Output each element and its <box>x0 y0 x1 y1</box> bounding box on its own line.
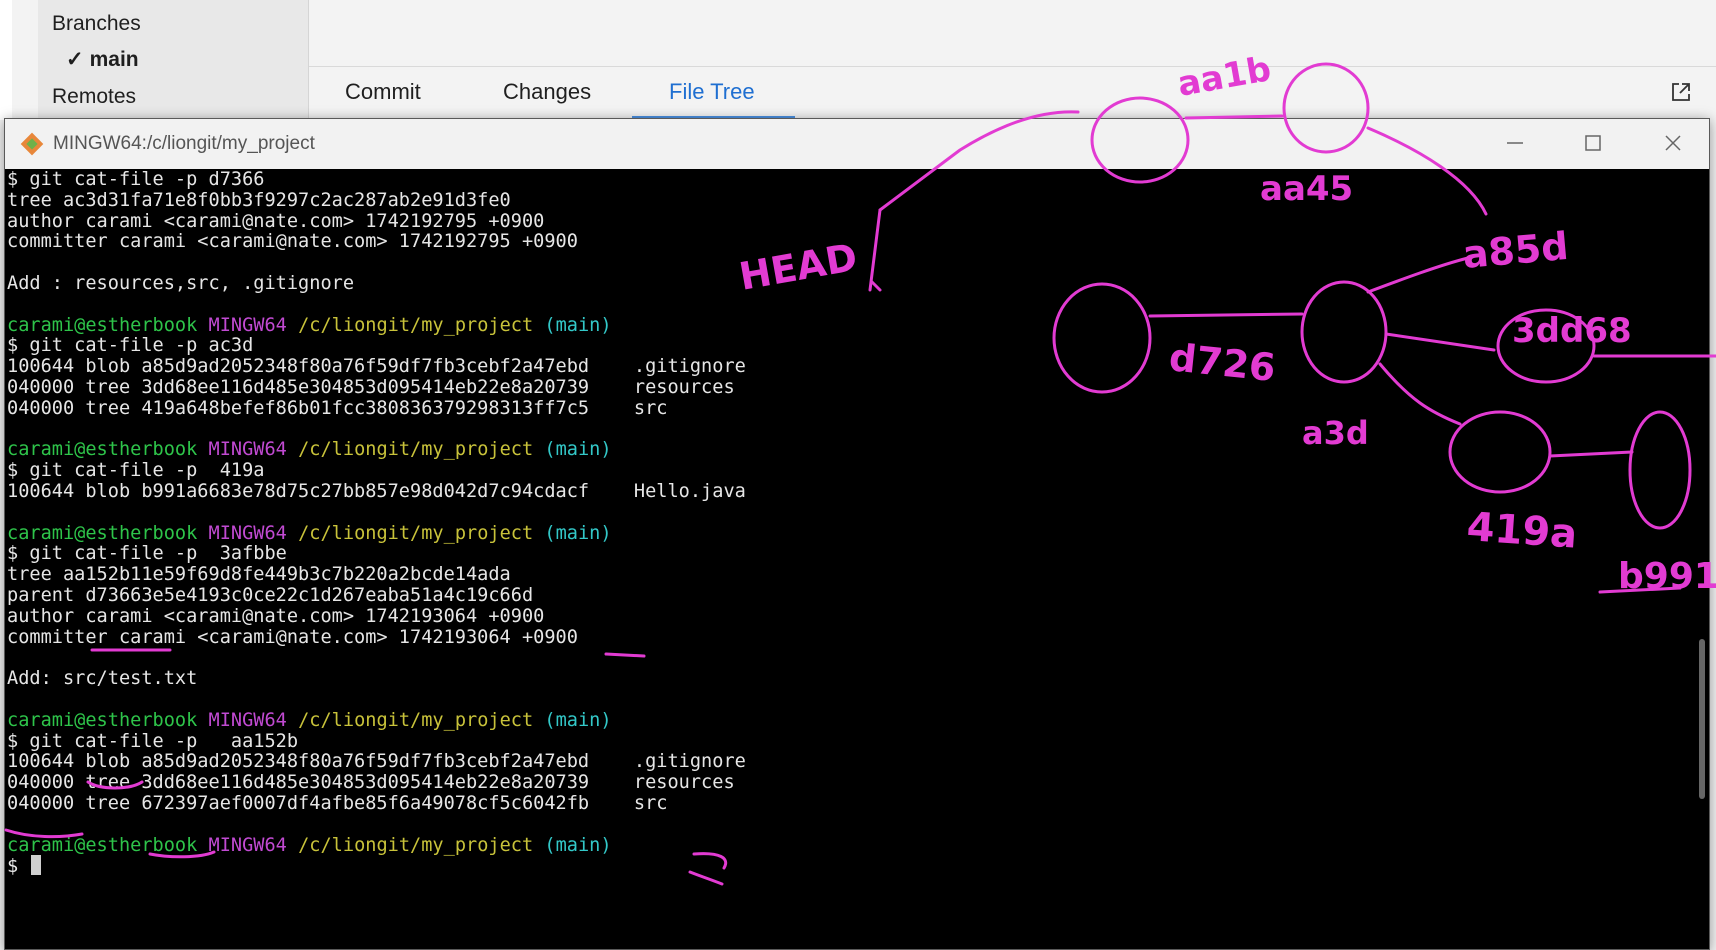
terminal-line: $ git cat-file -p aa152b <box>7 730 299 752</box>
terminal-line: 100644 blob a85d9ad2052348f80a76f59df7fb… <box>7 356 746 378</box>
terminal-window[interactable]: MINGW64:/c/liongit/my_project $ git cat-… <box>4 118 1710 950</box>
terminal-line: $ git cat-file -p 3afbbe <box>7 543 287 565</box>
terminal-titlebar[interactable]: MINGW64:/c/liongit/my_project <box>5 119 1709 169</box>
tab-bar: Commit Changes File Tree <box>309 66 1716 119</box>
terminal-line: 040000 tree 419a648befef86b01fcc38083637… <box>7 397 668 419</box>
terminal-line: Add: src/test.txt <box>7 668 198 690</box>
sidebar-branch-main[interactable]: ✓ main <box>66 47 139 72</box>
terminal-line: 040000 tree 3dd68ee116d485e304853d095414… <box>7 772 735 794</box>
terminal-line: $ git cat-file -p d7366 <box>7 169 265 190</box>
terminal-line: tree ac3d31fa71e8f0bb3f9297c2ac287ab2e91… <box>7 189 511 211</box>
terminal-line: 040000 tree 672397aef0007df4afbe85f6a490… <box>7 793 668 814</box>
terminal-line: $ git cat-file -p 419a <box>7 460 265 482</box>
branch-name: main <box>89 48 139 71</box>
terminal-line: 040000 tree 3dd68ee116d485e304853d095414… <box>7 377 735 398</box>
terminal-prompt-line: carami@estherbook MINGW64 /c/liongit/my_… <box>7 834 612 856</box>
terminal-line: tree aa152b11e59f69d8fe449b3c7b220a2bcde… <box>7 564 511 586</box>
terminal-prompt-line: carami@estherbook MINGW64 /c/liongit/my_… <box>7 439 612 461</box>
terminal-prompt-line: carami@estherbook MINGW64 /c/liongit/my_… <box>7 522 612 544</box>
terminal-line: 100644 blob b991a6683e78d75c27bb857e98d0… <box>7 481 746 502</box>
maximize-icon[interactable] <box>1581 131 1605 155</box>
external-link-icon[interactable] <box>1670 81 1692 103</box>
repo-sidebar: Branches ✓ main Remotes <box>38 0 309 120</box>
background-left-edge <box>0 0 12 120</box>
sidebar-remotes-label[interactable]: Remotes <box>52 85 136 109</box>
terminal-line: committer carami <carami@nate.com> 17421… <box>7 231 578 253</box>
terminal-title: MINGW64:/c/liongit/my_project <box>53 133 315 154</box>
tab-file-tree[interactable]: File Tree <box>669 79 755 105</box>
terminal-line: author carami <carami@nate.com> 17421930… <box>7 605 545 627</box>
terminal-output[interactable]: $ git cat-file -p d7366 tree ac3d31fa71e8… <box>5 169 1709 949</box>
terminal-line: $ <box>7 855 42 877</box>
minimize-icon[interactable] <box>1503 131 1527 155</box>
git-bash-icon <box>20 132 44 156</box>
terminal-line: $ git cat-file -p ac3d <box>7 335 254 357</box>
close-icon[interactable] <box>1661 131 1685 155</box>
terminal-line: committer carami <carami@nate.com> 17421… <box>7 626 578 648</box>
terminal-line: Add : resources,src, .gitignore <box>7 273 355 294</box>
check-icon: ✓ <box>66 48 84 71</box>
terminal-scrollbar[interactable] <box>1699 639 1705 799</box>
tab-changes[interactable]: Changes <box>503 79 591 105</box>
terminal-prompt-line: carami@estherbook MINGW64 /c/liongit/my_… <box>7 314 612 336</box>
terminal-cursor <box>31 855 42 876</box>
sidebar-branches-label[interactable]: Branches <box>52 12 141 36</box>
terminal-line: author carami <carami@nate.com> 17421927… <box>7 210 545 232</box>
tab-commit[interactable]: Commit <box>345 79 421 105</box>
terminal-line: 100644 blob a85d9ad2052348f80a76f59df7fb… <box>7 751 746 773</box>
terminal-prompt-line: carami@estherbook MINGW64 /c/liongit/my_… <box>7 709 612 731</box>
terminal-line: parent d73663e5e4193c0ce22c1d267eaba51a4… <box>7 585 534 606</box>
